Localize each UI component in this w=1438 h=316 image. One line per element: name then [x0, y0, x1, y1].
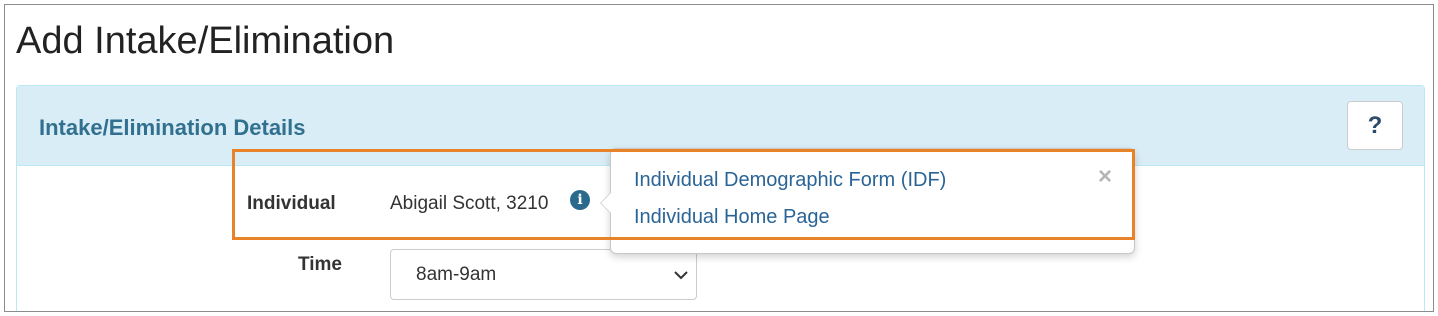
time-select[interactable]: 8am-9am — [390, 249, 697, 300]
page-title: Add Intake/Elimination — [16, 20, 395, 62]
individual-label: Individual — [247, 193, 336, 214]
panel-title: Intake/Elimination Details — [39, 115, 306, 140]
info-circle-icon[interactable]: i — [570, 190, 590, 210]
time-select-value: 8am-9am — [416, 263, 497, 285]
chevron-down-icon — [674, 271, 688, 280]
home-page-link[interactable]: Individual Home Page — [634, 206, 830, 229]
question-icon: ? — [1367, 111, 1383, 139]
individual-value: Abigail Scott, 3210 — [390, 193, 549, 214]
idf-link[interactable]: Individual Demographic Form (IDF) — [634, 169, 946, 192]
close-icon[interactable]: × — [1098, 165, 1112, 189]
popover-arrow — [600, 192, 611, 214]
help-button[interactable]: ? — [1347, 101, 1403, 150]
time-label: Time — [298, 254, 343, 275]
individual-popover: Individual Demographic Form (IDF) Indivi… — [600, 148, 1135, 254]
